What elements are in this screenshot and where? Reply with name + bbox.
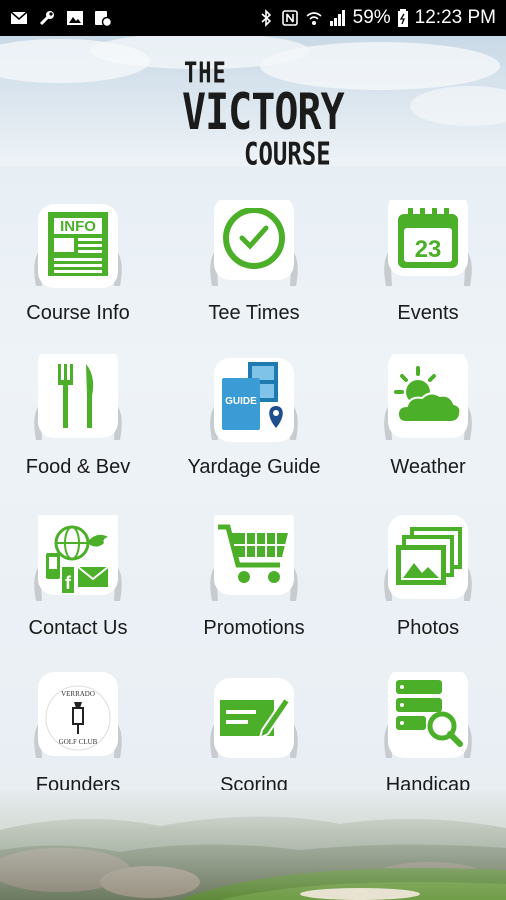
fork-knife-icon [58, 364, 94, 428]
contact-globe-icon: f [46, 525, 109, 593]
tile-label: Yardage Guide [187, 456, 321, 478]
tile-label: Weather [390, 456, 466, 478]
scorecard-pencil-icon [220, 696, 290, 740]
status-bar: 59% 12:23 PM [0, 0, 506, 36]
svg-text:f: f [65, 573, 72, 593]
bluetooth-icon [257, 9, 275, 27]
tile-food-bev[interactable]: Food & Bev [0, 354, 162, 504]
shopping-cart-icon [218, 524, 288, 583]
image-icon [66, 9, 84, 27]
tile-label: Events [397, 302, 459, 324]
photos-icon [396, 527, 462, 585]
tile-tee-times[interactable]: Tee Times [170, 200, 338, 350]
sun-cloud-icon [394, 366, 462, 423]
tile-contact-us[interactable]: f Contact Us [0, 515, 162, 665]
tile-label: Tee Times [208, 302, 300, 324]
database-search-icon [396, 680, 463, 747]
tile-photos[interactable]: Photos [344, 515, 506, 665]
tile-label: Promotions [203, 617, 305, 639]
victory-course-logo: THE VICTORY COURSE [180, 58, 345, 172]
clock-icon [223, 208, 285, 269]
wrench-icon [38, 9, 56, 27]
crest-top-text: VERRADO [61, 690, 95, 698]
tile-label: Food & Bev [25, 456, 131, 478]
tile-yardage-guide[interactable]: GUIDE Yardage Guide [170, 354, 338, 504]
info-newspaper-icon: INFO [48, 212, 108, 276]
crest-bottom-text: GOLF CLUB [59, 738, 98, 746]
tile-promotions[interactable]: Promotions [170, 515, 338, 665]
logo-victory-text: VICTORY [182, 84, 345, 142]
sync-icon [94, 9, 112, 27]
calendar-day-text: 23 [415, 236, 442, 263]
calendar-icon: 23 [398, 208, 458, 268]
tile-weather[interactable]: Weather [344, 354, 506, 504]
nfc-icon [281, 9, 299, 27]
club-crest-icon: VERRADO GOLF CLUB [45, 685, 111, 751]
golf-course-landscape [0, 790, 506, 900]
guide-map-icon: GUIDE [222, 362, 283, 430]
battery-percent: 59% [352, 7, 391, 28]
wifi-icon [305, 9, 323, 27]
clock-time: 12:23 PM [414, 7, 496, 28]
tile-label: Photos [396, 617, 460, 639]
mail-icon [10, 9, 28, 27]
tile-course-info[interactable]: INFO Course Info [0, 200, 162, 350]
battery-icon [397, 9, 409, 27]
logo-course-text: COURSE [244, 136, 331, 173]
tile-label: Contact Us [28, 617, 128, 639]
signal-icon [329, 9, 347, 27]
svg-text:INFO: INFO [60, 218, 96, 235]
tile-label: Course Info [26, 302, 130, 324]
guide-badge-text: GUIDE [225, 396, 257, 407]
tile-events[interactable]: 23 Events [344, 200, 506, 350]
